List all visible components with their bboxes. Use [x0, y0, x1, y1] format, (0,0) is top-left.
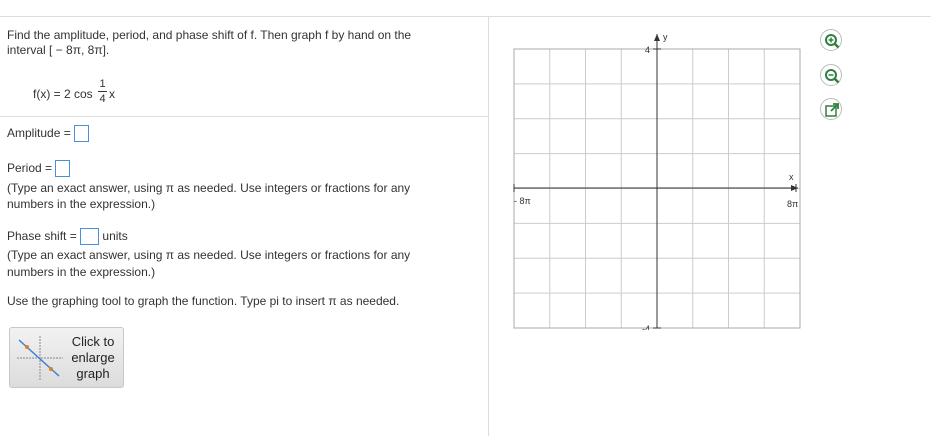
- external-link-icon: [825, 103, 839, 117]
- zoom-out-icon: [825, 69, 840, 84]
- period-label: Period =: [7, 161, 53, 175]
- popout-button[interactable]: [820, 98, 842, 120]
- question-prompt-line1: Find the amplitude, period, and phase sh…: [7, 28, 412, 42]
- zoom-out-button[interactable]: [820, 64, 842, 86]
- top-divider: [0, 16, 931, 17]
- panel-divider: [488, 17, 489, 436]
- graphing-instruction: Use the graphing tool to graph the funct…: [7, 294, 400, 308]
- question-divider: [0, 116, 488, 117]
- fraction-bar: [98, 91, 107, 92]
- y-axis-label: y: [663, 32, 668, 42]
- graph-canvas[interactable]: y x 4 -4 - 8π 8π: [511, 30, 801, 330]
- enlarge-graph-label: Click to enlarge graph: [71, 334, 115, 381]
- amplitude-row: Amplitude =: [7, 125, 90, 143]
- formula-prefix: f(x) = 2 cos: [33, 87, 93, 101]
- phase-shift-label: Phase shift =: [7, 229, 77, 243]
- period-hint-line2: numbers in the expression.): [7, 197, 156, 211]
- x-axis-arrow: [791, 185, 798, 191]
- x-axis-label: x: [789, 172, 794, 182]
- x-max-label: 8π: [787, 199, 798, 209]
- phase-shift-hint-line2: numbers in the expression.): [7, 265, 156, 279]
- phase-shift-units: units: [102, 229, 128, 243]
- period-input[interactable]: [55, 160, 71, 178]
- phase-shift-row: Phase shift = units: [7, 228, 128, 246]
- amplitude-label: Amplitude =: [7, 126, 71, 140]
- y-min-label: -4: [642, 324, 650, 330]
- graph-thumbnail-icon: [17, 336, 63, 380]
- y-max-label: 4: [645, 45, 650, 55]
- formula-variable: x: [109, 87, 115, 101]
- question-prompt-line2: interval [ − 8π, 8π].: [7, 43, 110, 57]
- period-row: Period =: [7, 160, 71, 178]
- enlarge-graph-button[interactable]: Click to enlarge graph: [9, 327, 124, 388]
- zoom-in-icon: [825, 34, 840, 49]
- period-hint-line1: (Type an exact answer, using π as needed…: [7, 181, 411, 195]
- fraction-numerator: 1: [99, 78, 106, 90]
- phase-shift-input[interactable]: [80, 228, 100, 246]
- amplitude-input[interactable]: [74, 125, 90, 143]
- fraction-denominator: 4: [99, 93, 106, 105]
- phase-shift-hint-line1: (Type an exact answer, using π as needed…: [7, 248, 411, 262]
- zoom-in-button[interactable]: [820, 29, 842, 51]
- y-axis-arrow: [654, 34, 660, 41]
- x-min-label: - 8π: [514, 196, 531, 206]
- formula-fraction: 1 4: [98, 78, 107, 105]
